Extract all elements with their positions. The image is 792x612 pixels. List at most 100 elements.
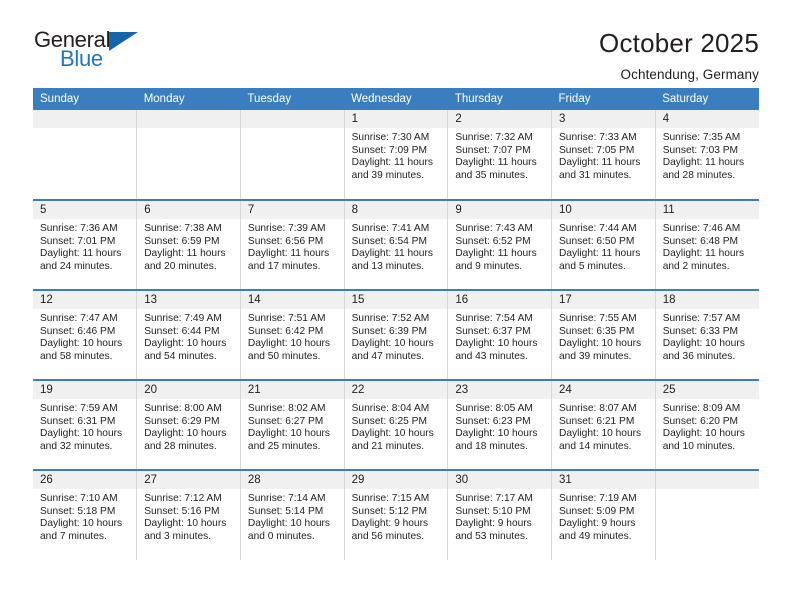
calendar-day-cell[interactable]: 19 Sunrise: 7:59 AM Sunset: 6:31 PM Dayligh… xyxy=(33,379,138,470)
day-number: 14 xyxy=(240,291,344,309)
daylight-text-line1: Daylight: 11 hours xyxy=(247,248,330,260)
daylight-text-line2: and 39 minutes. xyxy=(559,350,632,362)
calendar-day-cell[interactable]: 17 Sunrise: 7:55 AM Sunset: 6:35 PM Dayligh… xyxy=(551,289,656,380)
sunset-text: Sunset: 7:07 PM xyxy=(455,144,531,156)
calendar-week-row: 1 Sunrise: 7:30 AM Sunset: 7:09 PM Daylight… xyxy=(33,110,759,200)
calendar-day-cell[interactable]: 7 Sunrise: 7:39 AM Sunset: 6:56 PM Daylight… xyxy=(240,199,345,290)
daylight-text-line2: and 21 minutes. xyxy=(351,440,425,452)
day-details: Sunrise: 7:49 AM Sunset: 6:44 PM Daylight:… xyxy=(137,309,240,363)
daylight-text-line2: and 25 minutes. xyxy=(247,440,321,452)
calendar-day-cell[interactable]: 20 Sunrise: 8:00 AM Sunset: 6:29 PM Dayligh… xyxy=(136,379,241,470)
calendar-day-cell[interactable]: 24 Sunrise: 8:07 AM Sunset: 6:21 PM Dayligh… xyxy=(551,379,656,470)
calendar-day-cell[interactable]: 22 Sunrise: 8:04 AM Sunset: 6:25 PM Dayligh… xyxy=(344,379,449,470)
sunset-text: Sunset: 6:44 PM xyxy=(144,325,220,337)
day-number: 31 xyxy=(552,471,655,489)
calendar-day-cell[interactable]: 25 Sunrise: 8:09 AM Sunset: 6:20 PM Dayligh… xyxy=(655,379,759,470)
calendar-day-cell[interactable]: 28 Sunrise: 7:14 AM Sunset: 5:14 PM Dayligh… xyxy=(240,469,345,560)
calendar-day-cell[interactable]: 5 Sunrise: 7:36 AM Sunset: 7:01 PM Daylight… xyxy=(33,199,138,290)
calendar-day-cell[interactable]: 4 Sunrise: 7:35 AM Sunset: 7:03 PM Daylight… xyxy=(655,110,759,200)
calendar-day-cell[interactable]: 1 Sunrise: 7:30 AM Sunset: 7:09 PM Daylight… xyxy=(344,110,449,200)
daylight-text-line2: and 28 minutes. xyxy=(662,169,736,181)
day-number: 10 xyxy=(552,201,655,219)
sunset-text: Sunset: 6:59 PM xyxy=(144,235,220,247)
day-number xyxy=(655,471,759,489)
calendar-day-cell[interactable]: 14 Sunrise: 7:51 AM Sunset: 6:42 PM Dayligh… xyxy=(240,289,345,380)
calendar-day-cell[interactable]: 6 Sunrise: 7:38 AM Sunset: 6:59 PM Daylight… xyxy=(136,199,241,290)
calendar-day-cell[interactable]: 21 Sunrise: 8:02 AM Sunset: 6:27 PM Dayligh… xyxy=(240,379,345,470)
daylight-text-line1: Daylight: 11 hours xyxy=(40,248,122,260)
calendar-day-cell[interactable]: 26 Sunrise: 7:10 AM Sunset: 5:18 PM Dayligh… xyxy=(33,469,138,560)
calendar-week-row: 26 Sunrise: 7:10 AM Sunset: 5:18 PM Dayligh… xyxy=(33,469,759,560)
calendar-day-cell[interactable]: 29 Sunrise: 7:15 AM Sunset: 5:12 PM Dayligh… xyxy=(344,469,449,560)
calendar-day-cell[interactable]: 31 Sunrise: 7:19 AM Sunset: 5:09 PM Dayligh… xyxy=(551,469,656,560)
calendar-day-cell[interactable]: 9 Sunrise: 7:43 AM Sunset: 6:52 PM Daylight… xyxy=(447,199,553,290)
calendar-day-cell[interactable]: 30 Sunrise: 7:17 AM Sunset: 5:10 PM Dayligh… xyxy=(447,469,553,560)
sunset-text: Sunset: 5:14 PM xyxy=(247,505,324,517)
calendar-day-cell[interactable]: 2 Sunrise: 7:32 AM Sunset: 7:07 PM Daylight… xyxy=(447,110,553,200)
sunrise-text: Sunrise: 8:04 AM xyxy=(351,403,430,414)
calendar-day-cell[interactable]: 15 Sunrise: 7:52 AM Sunset: 6:39 PM Dayligh… xyxy=(344,289,449,380)
sunset-text: Sunset: 5:12 PM xyxy=(351,505,427,517)
daylight-text-line2: and 35 minutes. xyxy=(455,169,528,181)
sunrise-text: Sunrise: 7:47 AM xyxy=(40,313,118,324)
sunset-text: Sunset: 6:25 PM xyxy=(351,415,427,427)
sunrise-text: Sunrise: 7:36 AM xyxy=(40,223,118,234)
daylight-text-line2: and 36 minutes. xyxy=(662,350,736,362)
daylight-text-line1: Daylight: 10 hours xyxy=(144,518,227,530)
daylight-text-line2: and 43 minutes. xyxy=(455,350,528,362)
day-details: Sunrise: 7:39 AM Sunset: 6:56 PM Daylight:… xyxy=(241,219,344,273)
sunset-text: Sunset: 6:21 PM xyxy=(559,415,635,427)
day-details: Sunrise: 7:35 AM Sunset: 7:03 PM Daylight:… xyxy=(656,128,759,182)
sunset-text: Sunset: 6:46 PM xyxy=(40,325,116,337)
calendar-day-cell[interactable]: 11 Sunrise: 7:46 AM Sunset: 6:48 PM Dayligh… xyxy=(655,199,759,290)
sunset-text: Sunset: 6:50 PM xyxy=(559,235,635,247)
day-number xyxy=(137,110,240,128)
calendar-week-row: 12 Sunrise: 7:47 AM Sunset: 6:46 PM Dayligh… xyxy=(33,289,759,380)
day-details: Sunrise: 7:14 AM Sunset: 5:14 PM Daylight:… xyxy=(241,489,344,543)
logo-text-blue: Blue xyxy=(60,46,103,71)
sunrise-text: Sunrise: 7:51 AM xyxy=(247,313,326,324)
calendar-day-cell[interactable]: 8 Sunrise: 7:41 AM Sunset: 6:54 PM Daylight… xyxy=(344,199,449,290)
weekday-header-thursday: Thursday xyxy=(447,88,552,110)
daylight-text-line1: Daylight: 11 hours xyxy=(351,248,433,260)
calendar-week-row: 5 Sunrise: 7:36 AM Sunset: 7:01 PM Daylight… xyxy=(33,199,759,290)
day-number: 26 xyxy=(33,471,137,489)
daylight-text-line2: and 17 minutes. xyxy=(247,260,321,272)
daylight-text-line1: Daylight: 11 hours xyxy=(662,248,745,260)
daylight-text-line1: Daylight: 11 hours xyxy=(559,248,641,260)
day-details: Sunrise: 7:54 AM Sunset: 6:37 PM Daylight:… xyxy=(448,309,551,363)
calendar-day-cell[interactable]: 3 Sunrise: 7:33 AM Sunset: 7:05 PM Daylight… xyxy=(551,110,656,200)
day-number: 6 xyxy=(137,201,240,219)
daylight-text-line2: and 7 minutes. xyxy=(40,530,107,542)
calendar-day-cell[interactable]: 12 Sunrise: 7:47 AM Sunset: 6:46 PM Dayligh… xyxy=(33,289,138,380)
calendar-day-cell[interactable]: 23 Sunrise: 8:05 AM Sunset: 6:23 PM Dayligh… xyxy=(447,379,553,470)
calendar-day-cell[interactable]: 16 Sunrise: 7:54 AM Sunset: 6:37 PM Dayligh… xyxy=(447,289,553,380)
day-details: Sunrise: 7:41 AM Sunset: 6:54 PM Daylight:… xyxy=(345,219,448,273)
calendar-day-cell-empty xyxy=(136,110,241,200)
sunset-text: Sunset: 5:09 PM xyxy=(559,505,635,517)
daylight-text-line2: and 58 minutes. xyxy=(40,350,113,362)
calendar-header-row: Sunday Monday Tuesday Wednesday Thursday… xyxy=(33,88,759,110)
weekday-header-sunday: Sunday xyxy=(33,88,137,110)
sunrise-text: Sunrise: 8:09 AM xyxy=(662,403,741,414)
sunrise-text: Sunrise: 7:30 AM xyxy=(351,132,430,143)
sunset-text: Sunset: 6:42 PM xyxy=(247,325,324,337)
sunrise-text: Sunrise: 7:41 AM xyxy=(351,223,430,234)
sunrise-text: Sunrise: 7:46 AM xyxy=(662,223,741,234)
daylight-text-line1: Daylight: 10 hours xyxy=(144,428,227,440)
day-details: Sunrise: 8:09 AM Sunset: 6:20 PM Daylight:… xyxy=(656,399,759,453)
daylight-text-line2: and 5 minutes. xyxy=(559,260,626,272)
day-details: Sunrise: 7:55 AM Sunset: 6:35 PM Daylight:… xyxy=(552,309,655,363)
daylight-text-line1: Daylight: 11 hours xyxy=(351,157,433,169)
daylight-text-line1: Daylight: 10 hours xyxy=(144,338,227,350)
day-number: 25 xyxy=(655,381,759,399)
calendar-day-cell[interactable]: 18 Sunrise: 7:57 AM Sunset: 6:33 PM Dayligh… xyxy=(655,289,759,380)
daylight-text-line2: and 0 minutes. xyxy=(247,530,315,542)
sunset-text: Sunset: 6:20 PM xyxy=(662,415,739,427)
day-number: 4 xyxy=(655,110,759,128)
calendar-day-cell-empty xyxy=(655,469,759,560)
sunset-text: Sunset: 7:01 PM xyxy=(40,235,116,247)
calendar-day-cell[interactable]: 10 Sunrise: 7:44 AM Sunset: 6:50 PM Dayligh… xyxy=(551,199,656,290)
calendar-day-cell[interactable]: 27 Sunrise: 7:12 AM Sunset: 5:16 PM Dayligh… xyxy=(136,469,241,560)
calendar-day-cell[interactable]: 13 Sunrise: 7:49 AM Sunset: 6:44 PM Dayligh… xyxy=(136,289,241,380)
